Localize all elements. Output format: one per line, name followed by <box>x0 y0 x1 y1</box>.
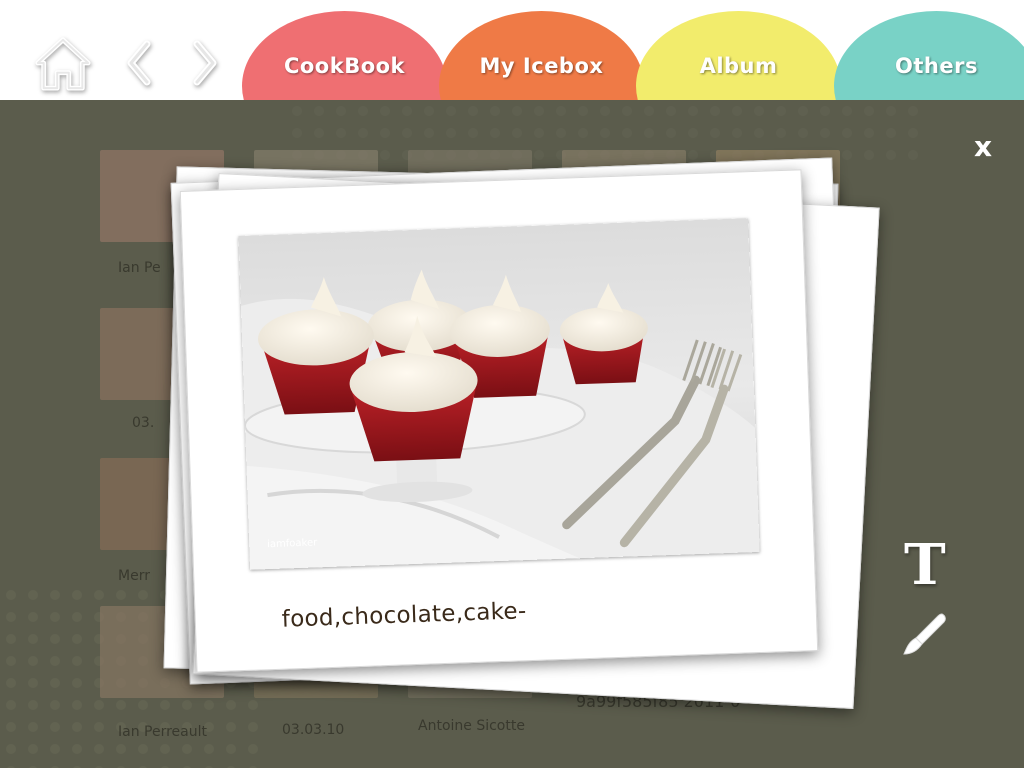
thumbnail-caption: Ian Pe <box>118 260 161 276</box>
thumbnail-caption: Merr <box>118 568 150 584</box>
tab-label: CookBook <box>283 54 406 78</box>
thumbnail-caption: Ian Perreault <box>118 724 207 740</box>
tab-label: Album <box>699 54 778 78</box>
brush-tool-button[interactable] <box>902 610 950 662</box>
photo-watermark: iamfoaker <box>267 537 318 550</box>
tab-label: Others <box>895 54 978 78</box>
back-button[interactable] <box>114 32 164 94</box>
tab-album[interactable]: Album <box>636 11 841 100</box>
thumbnail-caption: Antoine Sicotte <box>418 718 525 734</box>
close-button[interactable]: x <box>974 130 992 163</box>
text-tool-button[interactable]: T <box>904 532 946 598</box>
tab-label: My Icebox <box>479 54 604 78</box>
photo-caption[interactable]: food,chocolate,cake- <box>281 598 527 633</box>
thumbnail-caption: 03. <box>132 415 155 431</box>
home-button[interactable] <box>34 32 92 94</box>
forward-button[interactable] <box>180 32 230 94</box>
top-navigation-bar: CookBook My Icebox Album Others <box>0 0 1024 100</box>
photo-image: iamfoaker <box>238 218 760 570</box>
photo-card[interactable]: iamfoaker food,chocolate,cake- <box>179 169 819 673</box>
chevron-right-icon <box>193 40 217 86</box>
tab-cookbook[interactable]: CookBook <box>242 11 447 100</box>
chevron-left-icon <box>127 40 151 86</box>
text-tool-icon: T <box>904 532 946 598</box>
close-icon: x <box>973 130 992 163</box>
tab-my-icebox[interactable]: My Icebox <box>439 11 644 100</box>
thumbnail-caption: 03.03.10 <box>282 722 345 738</box>
cupcake-photo: iamfoaker <box>238 218 760 570</box>
brush-icon <box>903 613 946 655</box>
tab-others[interactable]: Others <box>834 11 1024 100</box>
home-icon <box>35 37 91 91</box>
